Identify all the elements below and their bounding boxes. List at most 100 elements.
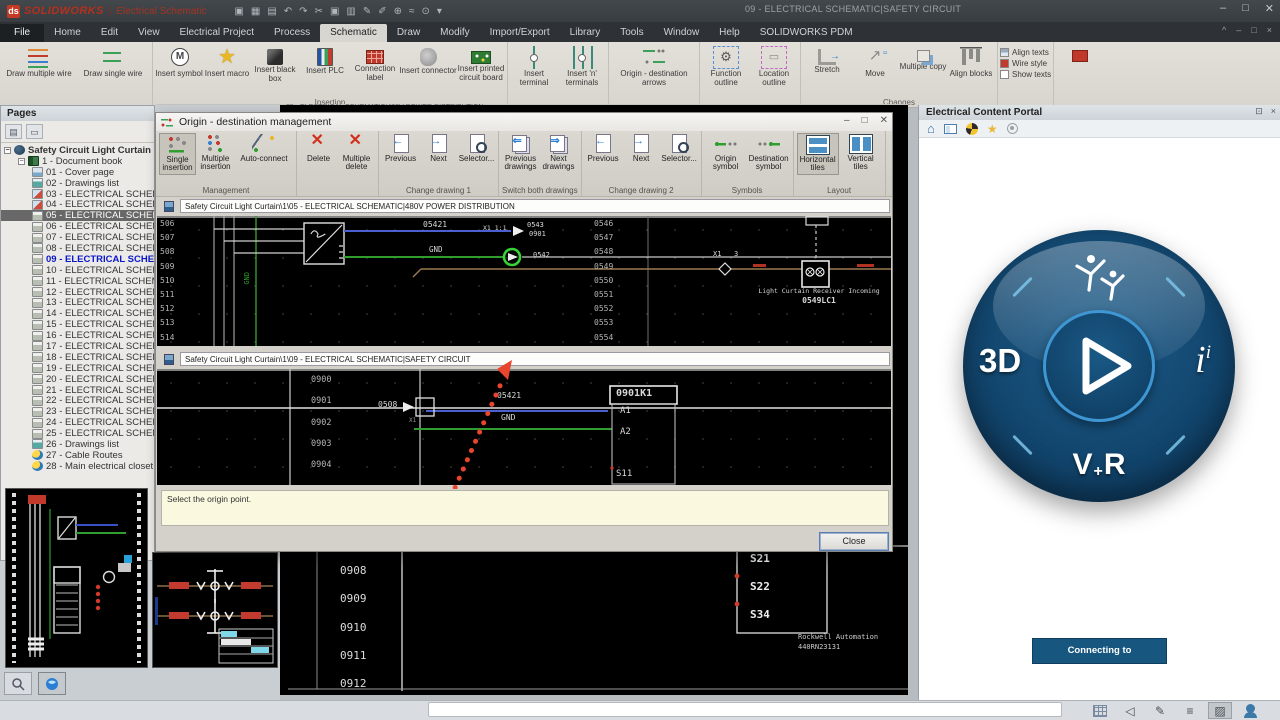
menu-item[interactable]: Help [709, 24, 750, 42]
ribbon-button[interactable]: Insert symbol [155, 44, 203, 83]
pages-tree-item[interactable]: − 22 - ELECTRICAL SCHEMATIC [1, 395, 154, 406]
ribbon-button[interactable]: Align blocks [947, 44, 995, 79]
pages-tree-item[interactable]: − 03 - ELECTRICAL SCHEMATIC [1, 189, 154, 200]
ribbon-button[interactable]: Draw multiple wire [2, 44, 76, 79]
menu-item[interactable]: Process [264, 24, 320, 42]
schematic-detail-preview[interactable] [152, 552, 278, 668]
quick-access-icon[interactable]: ▥ [346, 6, 355, 17]
ribbon-small-button[interactable]: Align texts [1000, 48, 1051, 57]
pages-tree-item[interactable]: − 15 - ELECTRICAL SCHEMATIC [1, 319, 154, 330]
ortho-mode-icon[interactable]: ◁ [1118, 702, 1142, 719]
quick-access-icon[interactable]: ▦ [251, 6, 260, 17]
dialog-toolbar-button[interactable]: Selector... [661, 133, 698, 164]
quick-access-icon[interactable]: ✂ [315, 6, 323, 17]
pages-tree-item[interactable]: − 27 - Cable Routes [1, 450, 154, 461]
command-input-strip[interactable] [428, 702, 1062, 717]
dialog-maximize-icon[interactable]: □ [862, 115, 868, 126]
dialog-close-icon[interactable]: ✕ [880, 115, 888, 126]
dialog-toolbar-button[interactable]: Vertical tiles [840, 133, 882, 175]
pages-tree-item[interactable]: − 14 - ELECTRICAL SCHEMATIC [1, 308, 154, 319]
quick-access-icon[interactable]: ▣ [330, 6, 339, 17]
pages-tree-item[interactable]: − 02 - Drawings list [1, 178, 154, 189]
dialog-toolbar-button[interactable]: Selector... [458, 133, 495, 164]
ribbon-button[interactable]: Insert connector [399, 44, 457, 83]
dialog-toolbar-button[interactable]: Next [623, 133, 660, 164]
ribbon-button[interactable]: Insert PLC [299, 44, 351, 83]
dialog-minimize-icon[interactable]: – [844, 115, 850, 126]
pages-tree-item[interactable]: − 10 - ELECTRICAL SCHEMATIC [1, 265, 154, 276]
pages-tree-item[interactable]: − 06 - ELECTRICAL SCHEMATIC [1, 221, 154, 232]
pages-tree-item[interactable]: − 05 - ELECTRICAL SCHEMATIC [1, 210, 154, 221]
pin-icon[interactable]: ⊡ [1255, 106, 1263, 117]
doc-close-icon[interactable]: × [1267, 25, 1272, 35]
selection-mode-icon[interactable]: ▭ [26, 124, 43, 139]
wire-style-icon[interactable]: ≡ [1178, 702, 1202, 719]
menu-item[interactable]: View [128, 24, 170, 42]
ergonomics-icon[interactable] [1238, 702, 1262, 719]
menu-item[interactable]: Modify [430, 24, 479, 42]
pages-tree-item[interactable]: − 17 - ELECTRICAL SCHEMATIC [1, 341, 154, 352]
quick-access-icon[interactable]: ⊕ [394, 6, 402, 17]
navigate-button[interactable] [38, 672, 66, 695]
dialog-title-bar[interactable]: Origin - destination management – □ ✕ [156, 113, 892, 131]
ribbon-button[interactable]: ⚙Function outline [702, 44, 750, 87]
quick-access-icon[interactable]: ↷ [299, 6, 307, 17]
ribbon-button[interactable]: ↗Move [851, 44, 899, 79]
menu-item[interactable]: Home [44, 24, 91, 42]
id-card-icon[interactable] [944, 124, 957, 134]
quick-access-icon[interactable]: ✎ [363, 6, 371, 17]
pages-tree-item[interactable]: − 19 - ELECTRICAL SCHEMATIC [1, 363, 154, 374]
menu-item[interactable]: Schematic [320, 24, 387, 42]
quick-access-icon[interactable]: ⊙ [422, 6, 430, 17]
preview-zoom-button[interactable] [4, 672, 32, 695]
quick-access-icon[interactable]: ✐ [378, 6, 386, 17]
pages-tree-item[interactable]: − 07 - ELECTRICAL SCHEMATIC [1, 232, 154, 243]
ribbon-button[interactable]: ▭Location outline [750, 44, 798, 87]
pages-tree-item[interactable]: − 04 - ELECTRICAL SCHEMATIC [1, 199, 154, 210]
pages-tree-item[interactable]: − 1 - Document book [1, 156, 154, 167]
dialog-toolbar-button[interactable]: Horizontal tiles [797, 133, 839, 175]
pages-tree-item[interactable]: − 01 - Cover page [1, 167, 154, 178]
ribbon-button[interactable]: Insert terminal [510, 44, 558, 87]
minimize-icon[interactable]: – [1220, 2, 1226, 15]
close-icon[interactable]: ✕ [1265, 2, 1274, 15]
dialog-toolbar-button[interactable]: Previous [585, 133, 622, 164]
pages-tree-item[interactable]: − 12 - ELECTRICAL SCHEMATIC [1, 287, 154, 298]
pages-tree-item[interactable]: − Safety Circuit Light Curtain [1, 145, 154, 156]
user-icon[interactable] [1007, 123, 1018, 134]
3dexperience-play-button[interactable]: 3D ii V+R [963, 230, 1235, 502]
draw-mode-icon[interactable]: ▨ [1208, 702, 1232, 719]
pages-tree-item[interactable]: − 18 - ELECTRICAL SCHEMATIC [1, 352, 154, 363]
ribbon-button[interactable]: Insert printed circuit board [457, 44, 505, 83]
quick-access-icon[interactable]: ▣ [234, 6, 243, 17]
close-icon[interactable]: × [1271, 106, 1276, 117]
quick-access-icon[interactable]: ↶ [284, 6, 292, 17]
ribbon-button[interactable]: Insert 'n' terminals [558, 44, 606, 87]
pages-tree-item[interactable]: − 08 - ELECTRICAL SCHEMATIC [1, 243, 154, 254]
pages-tree-item[interactable]: − 25 - ELECTRICAL SCHEMATIC [1, 428, 154, 439]
dialog-toolbar-button[interactable]: Destination symbol [748, 133, 790, 173]
doc-minimize-icon[interactable]: – [1236, 25, 1241, 35]
globe-icon[interactable] [966, 123, 978, 135]
pages-tree-item[interactable]: − 26 - Drawings list [1, 439, 154, 450]
ribbon-button[interactable]: Origin - destination arrows [611, 44, 697, 87]
menu-item[interactable]: File [0, 24, 44, 42]
play-button-circle[interactable] [1043, 310, 1155, 422]
dialog-toolbar-button[interactable]: Multiple delete [338, 133, 375, 173]
dialog-toolbar-button[interactable]: Origin symbol [705, 133, 747, 173]
favorites-icon[interactable]: ★ [987, 122, 998, 136]
menu-item[interactable]: Draw [387, 24, 430, 42]
pages-tree-item[interactable]: − 16 - ELECTRICAL SCHEMATIC [1, 330, 154, 341]
ribbon-small-button[interactable]: Wire style [1000, 59, 1051, 68]
connecting-status-button[interactable]: Connecting to 3DEXPERIENCE [1032, 638, 1167, 664]
ribbon-small-button[interactable]: Show texts [1000, 70, 1051, 79]
tree-expander-icon[interactable]: − [18, 158, 25, 165]
menu-item[interactable]: SOLIDWORKS PDM [750, 24, 863, 42]
tree-expander-icon[interactable]: − [4, 147, 11, 154]
page-mode-icon[interactable]: ▤ [5, 124, 22, 139]
dialog-toolbar-button[interactable]: Delete [300, 133, 337, 173]
doc-expand-icon[interactable]: ^ [1222, 25, 1226, 35]
ribbon-button[interactable]: Insert black box [251, 44, 299, 83]
dialog-toolbar-button[interactable]: Previous drawings [502, 133, 539, 173]
ribbon-button[interactable]: Draw single wire [76, 44, 150, 79]
